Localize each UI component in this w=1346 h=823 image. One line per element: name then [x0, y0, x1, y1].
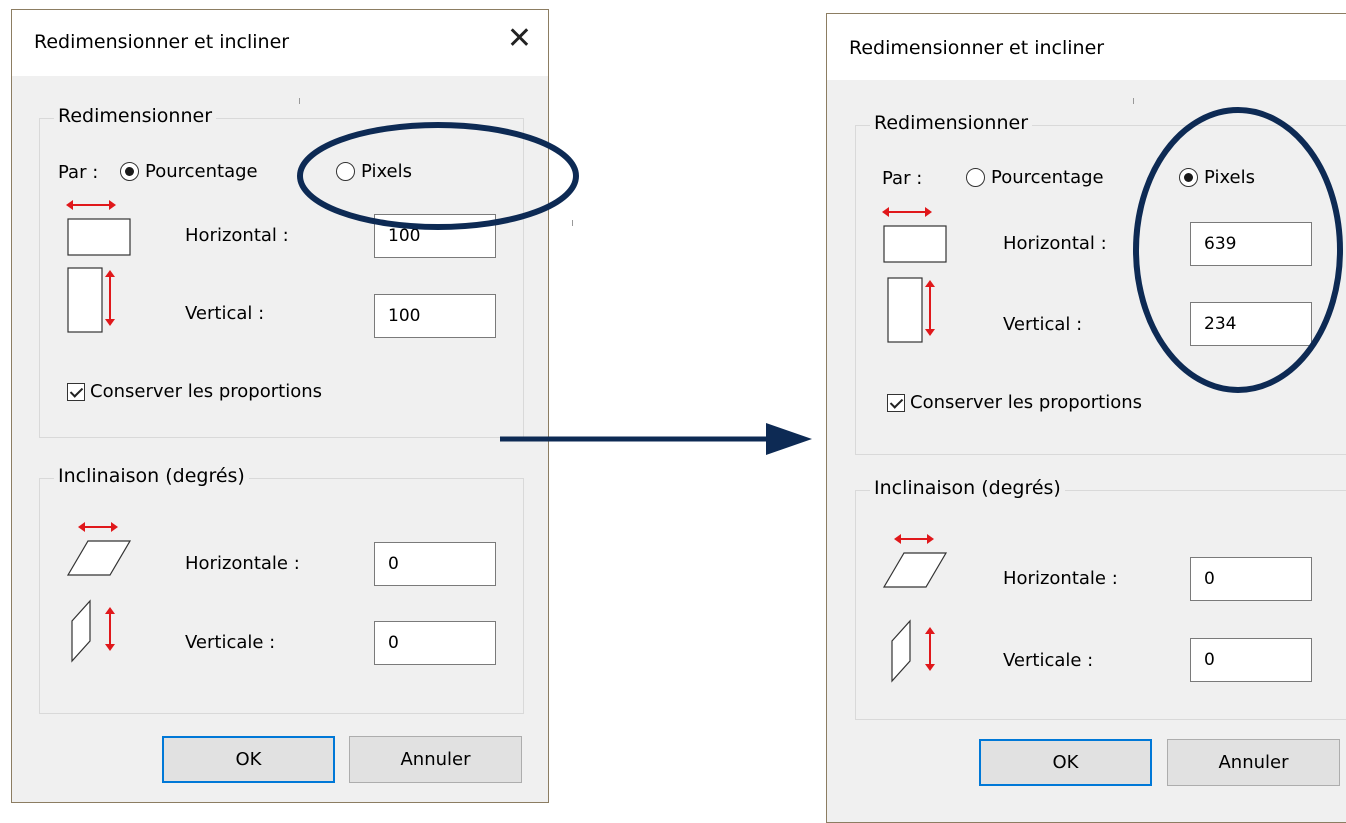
annotation-overlay	[0, 0, 1346, 812]
transition-arrow-head	[766, 423, 812, 455]
highlight-pixels-option	[300, 125, 576, 227]
highlight-pixel-values	[1136, 110, 1340, 390]
